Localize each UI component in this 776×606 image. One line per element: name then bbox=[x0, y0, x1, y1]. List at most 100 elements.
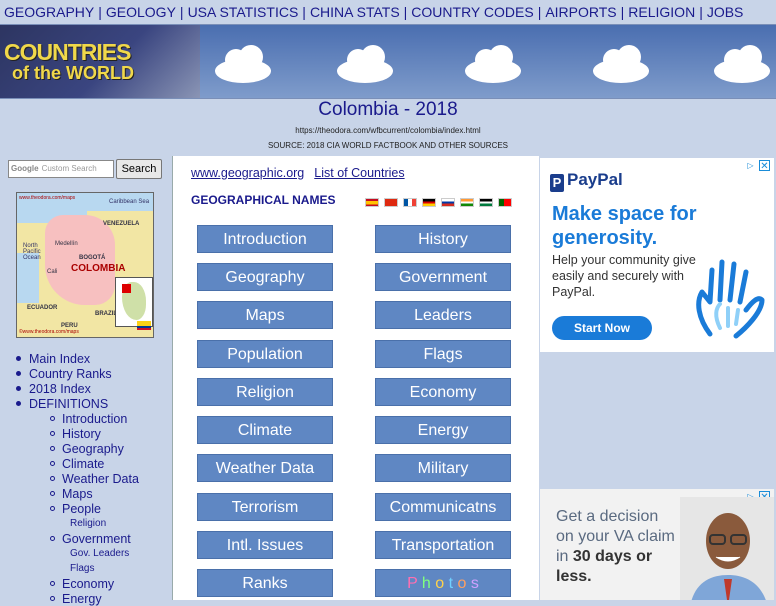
close-icon[interactable]: ✕ bbox=[759, 160, 770, 172]
government-button[interactable]: Government bbox=[375, 263, 511, 291]
nav-country-codes[interactable]: COUNTRY CODES bbox=[411, 4, 533, 20]
religion-button[interactable]: Religion bbox=[197, 378, 333, 406]
cloud-icon bbox=[337, 45, 393, 83]
bullet-icon bbox=[50, 431, 55, 436]
bullet-icon bbox=[50, 581, 55, 586]
nav-usa-statistics[interactable]: USA STATISTICS bbox=[188, 4, 299, 20]
introduction-button[interactable]: Introduction bbox=[197, 225, 333, 253]
transportation-button[interactable]: Transportation bbox=[375, 531, 511, 559]
page-url: https://theodora.com/wfbcurrent/colombia… bbox=[295, 126, 481, 135]
colombia-flag-icon bbox=[137, 321, 151, 330]
nav-separator: | bbox=[620, 4, 625, 20]
communications-button[interactable]: Communicatns bbox=[375, 493, 511, 521]
logo-line1: COUNTRIES bbox=[4, 39, 131, 65]
menu-country-ranks[interactable]: Country Ranks bbox=[16, 367, 112, 381]
french-flag-icon[interactable] bbox=[403, 198, 417, 207]
site-banner: COUNTRIES of the WORLD bbox=[0, 24, 776, 99]
nav-jobs[interactable]: JOBS bbox=[707, 4, 744, 20]
menu-maps[interactable]: Maps bbox=[50, 487, 93, 501]
paypal-ad[interactable]: ▷ ✕ P PayPal Make space for generosity. H… bbox=[540, 158, 774, 352]
flags-button[interactable]: Flags bbox=[375, 340, 511, 368]
bullet-icon bbox=[50, 476, 55, 481]
arabic-flag-icon[interactable] bbox=[479, 198, 493, 207]
left-sidebar: Google Custom Search Search www.theodora.… bbox=[0, 156, 170, 606]
menu-weather-data[interactable]: Weather Data bbox=[50, 472, 139, 486]
start-now-button[interactable]: Start Now bbox=[552, 316, 652, 340]
search-button[interactable]: Search bbox=[116, 159, 162, 179]
photos-letter: t bbox=[448, 575, 454, 592]
top-links: www.geographic.org List of Countries bbox=[191, 166, 415, 180]
indian-flag-icon[interactable] bbox=[460, 198, 474, 207]
russian-flag-icon[interactable] bbox=[441, 198, 455, 207]
spanish-flag-icon[interactable] bbox=[365, 198, 379, 207]
nav-separator: | bbox=[302, 4, 306, 20]
menu-government[interactable]: Government bbox=[50, 532, 131, 546]
site-logo[interactable]: COUNTRIES of the WORLD bbox=[0, 25, 200, 98]
menu-religion[interactable]: Religion bbox=[70, 518, 106, 529]
economy-button[interactable]: Economy bbox=[375, 378, 511, 406]
chinese-flag-icon[interactable] bbox=[384, 198, 398, 207]
cloud-icon bbox=[714, 45, 770, 83]
menu-people[interactable]: People bbox=[50, 502, 101, 516]
weather-data-button[interactable]: Weather Data bbox=[197, 454, 333, 482]
va-claim-ad[interactable]: ▷ ✕ Get a decision on your VA claim in 3… bbox=[540, 489, 774, 600]
nav-separator: | bbox=[98, 4, 102, 20]
bullet-icon bbox=[16, 401, 21, 406]
nav-geography[interactable]: GEOGRAPHY bbox=[4, 4, 94, 20]
maps-button[interactable]: Maps bbox=[197, 301, 333, 329]
nav-separator: | bbox=[699, 4, 703, 20]
google-label: Google bbox=[11, 164, 39, 173]
history-button[interactable]: History bbox=[375, 225, 511, 253]
geographic-org-link[interactable]: www.geographic.org bbox=[191, 166, 304, 180]
menu-flags[interactable]: Flags bbox=[70, 563, 94, 574]
language-flags bbox=[365, 194, 517, 212]
nav-separator: | bbox=[179, 4, 184, 20]
cloud-icon bbox=[465, 45, 521, 83]
leaders-button[interactable]: Leaders bbox=[375, 301, 511, 329]
population-button[interactable]: Population bbox=[197, 340, 333, 368]
map-watermark: www.theodora.com/maps bbox=[19, 195, 76, 201]
menu-geography[interactable]: Geography bbox=[50, 442, 124, 456]
bullet-icon bbox=[50, 596, 55, 601]
ad-info-icon[interactable]: ▷ bbox=[745, 160, 756, 171]
nav-geology[interactable]: GEOLOGY bbox=[106, 4, 176, 20]
terrorism-button[interactable]: Terrorism bbox=[197, 493, 333, 521]
menu-economy[interactable]: Economy bbox=[50, 577, 114, 591]
menu-introduction[interactable]: Introduction bbox=[50, 412, 127, 426]
military-button[interactable]: Military bbox=[375, 454, 511, 482]
bullet-icon bbox=[16, 356, 21, 361]
german-flag-icon[interactable] bbox=[422, 198, 436, 207]
list-of-countries-link[interactable]: List of Countries bbox=[314, 166, 404, 180]
menu-gov-leaders[interactable]: Gov. Leaders bbox=[70, 548, 129, 559]
menu-climate[interactable]: Climate bbox=[50, 457, 104, 471]
ranks-button[interactable]: Ranks bbox=[197, 569, 333, 597]
bullet-icon bbox=[16, 386, 21, 391]
nav-religion[interactable]: RELIGION bbox=[628, 4, 695, 20]
colombia-map[interactable]: www.theodora.com/maps Caribbean Sea VENE… bbox=[16, 192, 154, 338]
energy-button[interactable]: Energy bbox=[375, 416, 511, 444]
menu-history[interactable]: History bbox=[50, 427, 101, 441]
menu-energy[interactable]: Energy bbox=[50, 592, 102, 606]
map-country-name: COLOMBIA bbox=[71, 263, 126, 274]
bullet-icon bbox=[50, 416, 55, 421]
menu-main-index[interactable]: Main Index bbox=[16, 352, 90, 366]
map-medellin: Medellín bbox=[55, 241, 78, 247]
geography-button[interactable]: Geography bbox=[197, 263, 333, 291]
paypal-body: Help your community give easily and secu… bbox=[552, 253, 696, 299]
nav-airports[interactable]: AIRPORTS bbox=[545, 4, 616, 20]
menu-definitions[interactable]: DEFINITIONS bbox=[16, 397, 108, 411]
va-ad-text: Get a decision on your VA claim in 30 da… bbox=[556, 508, 675, 585]
climate-button[interactable]: Climate bbox=[197, 416, 333, 444]
bullet-icon bbox=[50, 446, 55, 451]
person-photo bbox=[680, 497, 774, 600]
intl-issues-button[interactable]: Intl. Issues bbox=[197, 531, 333, 559]
bullet-icon bbox=[50, 536, 55, 541]
menu-2018-index[interactable]: 2018 Index bbox=[16, 382, 91, 396]
portuguese-flag-icon[interactable] bbox=[498, 198, 512, 207]
nav-china-stats[interactable]: CHINA STATS bbox=[310, 4, 400, 20]
main-content: www.geographic.org List of Countries GEOG… bbox=[172, 156, 539, 600]
paypal-headline: Make space for generosity. bbox=[552, 203, 697, 249]
top-navigation: GEOGRAPHY | GEOLOGY | USA STATISTICS | CHINA S… bbox=[0, 0, 776, 24]
search-input[interactable]: Google Custom Search bbox=[8, 160, 114, 178]
photos-button[interactable]: P h o t o s bbox=[375, 569, 511, 597]
